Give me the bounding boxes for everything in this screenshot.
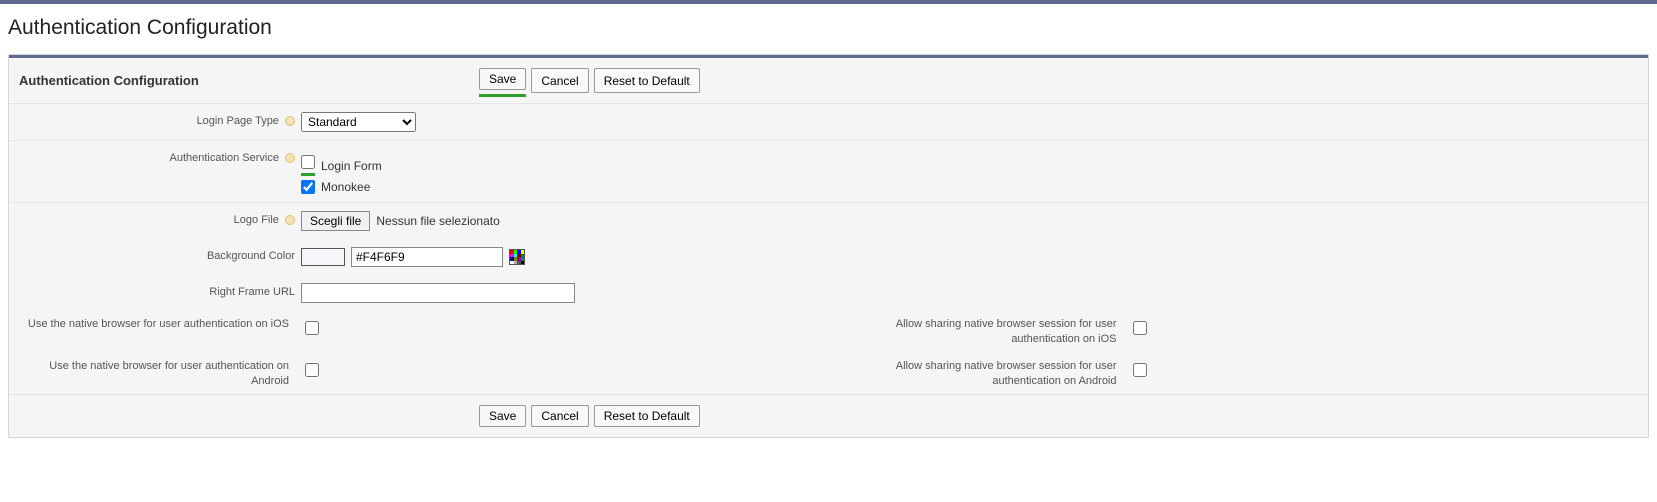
auth-service-monokee-checkbox[interactable] xyxy=(301,180,315,194)
panel-body: Login Page Type Standard Authentication … xyxy=(9,104,1648,394)
config-panel: Authentication Configuration Save Cancel… xyxy=(8,54,1649,438)
page-title: Authentication Configuration xyxy=(8,16,1649,40)
help-icon[interactable] xyxy=(285,215,295,225)
label-authentication-service: Authentication Service xyxy=(19,149,301,164)
native-android-checkbox[interactable] xyxy=(305,363,319,377)
help-icon[interactable] xyxy=(285,116,295,126)
footer-button-row: Save Cancel Reset to Default xyxy=(479,405,700,427)
row-authentication-service: Authentication Service Login Form Monoke… xyxy=(9,141,1648,203)
row-logo-file: Logo File Scegli file Nessun file selezi… xyxy=(9,203,1648,239)
label-right-frame-url: Right Frame URL xyxy=(19,283,301,298)
page: Authentication Configuration Authenticat… xyxy=(0,4,1657,450)
right-frame-url-input[interactable] xyxy=(301,283,575,303)
save-button-highlight: Save xyxy=(479,68,526,97)
cancel-button[interactable]: Cancel xyxy=(531,68,588,93)
panel-header-title: Authentication Configuration xyxy=(19,73,479,88)
choose-file-button[interactable]: Scegli file xyxy=(301,211,370,231)
auth-service-login-form-checkbox[interactable] xyxy=(301,155,315,169)
auth-service-login-form[interactable]: Login Form xyxy=(301,155,382,176)
share-ios-checkbox[interactable] xyxy=(1133,321,1147,335)
save-button[interactable]: Save xyxy=(479,68,526,90)
label-logo-file: Logo File xyxy=(19,211,301,226)
label-background-color: Background Color xyxy=(19,247,301,262)
help-icon[interactable] xyxy=(285,153,295,163)
reset-button-footer[interactable]: Reset to Default xyxy=(594,405,700,427)
auth-service-monokee[interactable]: Monokee xyxy=(301,180,382,194)
color-swatch xyxy=(301,248,345,266)
row-native-ios: Use the native browser for user authenti… xyxy=(9,311,1648,353)
header-button-row: Save Cancel Reset to Default xyxy=(479,68,700,93)
label-login-page-type: Login Page Type xyxy=(19,112,301,127)
label-share-android: Allow sharing native browser session for… xyxy=(829,359,1129,389)
color-picker-icon[interactable] xyxy=(509,249,525,265)
save-button-footer[interactable]: Save xyxy=(479,405,526,427)
row-native-android: Use the native browser for user authenti… xyxy=(9,353,1648,395)
label-share-ios: Allow sharing native browser session for… xyxy=(829,317,1129,347)
cancel-button-footer[interactable]: Cancel xyxy=(531,405,588,427)
panel-footer: Save Cancel Reset to Default xyxy=(9,394,1648,437)
row-login-page-type: Login Page Type Standard xyxy=(9,104,1648,141)
native-ios-checkbox[interactable] xyxy=(305,321,319,335)
login-page-type-select[interactable]: Standard xyxy=(301,112,416,132)
row-background-color: Background Color xyxy=(9,239,1648,275)
row-right-frame-url: Right Frame URL xyxy=(9,275,1648,311)
file-status-text: Nessun file selezionato xyxy=(376,214,499,228)
panel-header: Authentication Configuration Save Cancel… xyxy=(9,58,1648,104)
label-native-ios: Use the native browser for user authenti… xyxy=(19,317,301,332)
background-color-input[interactable] xyxy=(351,247,503,267)
reset-button[interactable]: Reset to Default xyxy=(594,68,700,93)
share-android-checkbox[interactable] xyxy=(1133,363,1147,377)
label-native-android: Use the native browser for user authenti… xyxy=(19,359,301,389)
